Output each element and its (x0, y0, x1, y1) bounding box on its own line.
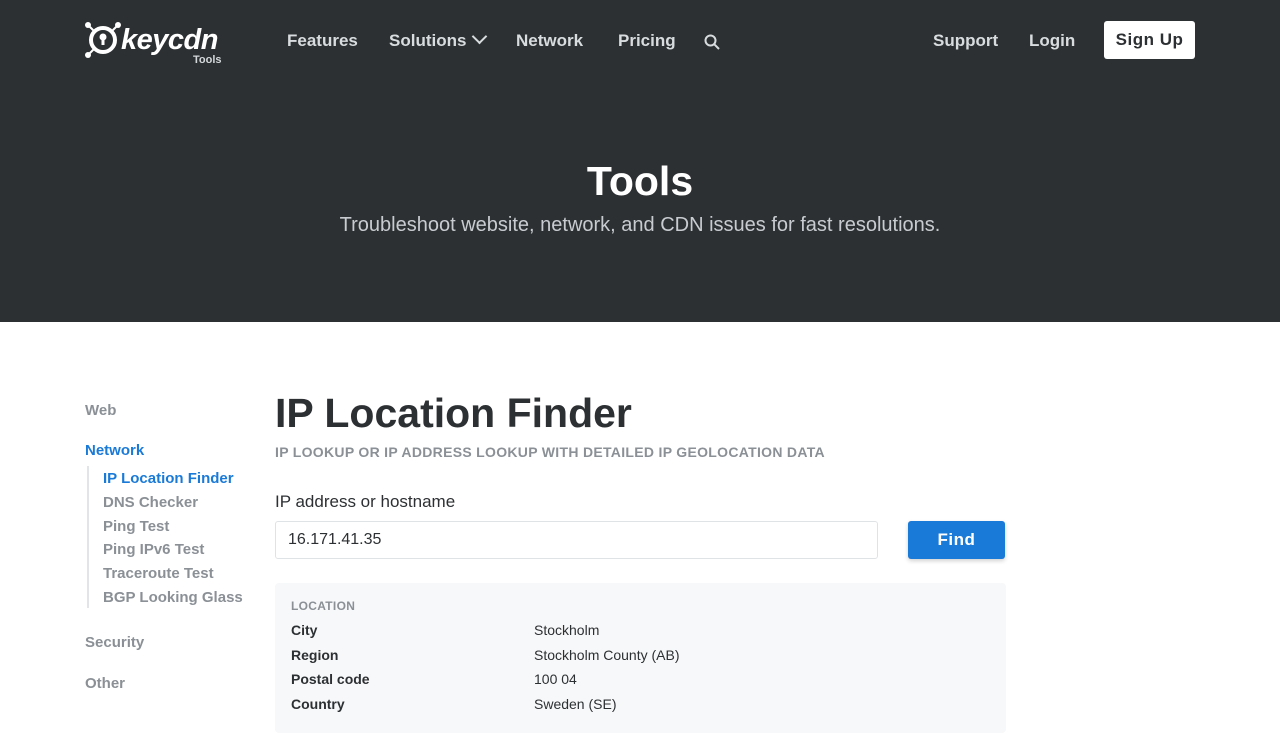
hero-title: Tools (586, 158, 694, 204)
sidebar-item-bgp-looking-glass[interactable]: BGP Looking Glass (103, 589, 243, 606)
subnav-rail (87, 466, 89, 608)
nav-solutions-label: Solutions (389, 31, 467, 50)
nav-solutions[interactable]: Solutions (389, 28, 488, 51)
nav-support[interactable]: Support (933, 31, 998, 51)
search-icon[interactable] (704, 34, 720, 50)
site-header: keycdn Tools Features Solutions Network … (0, 0, 1280, 322)
nav-pricing[interactable]: Pricing (618, 31, 676, 51)
logo-wordmark: keycdn (121, 24, 218, 56)
nav-network[interactable]: Network (516, 31, 583, 51)
result-value-country: Sweden (SE) (534, 696, 617, 712)
chevron-down-icon (472, 28, 488, 45)
result-key-region: Region (291, 647, 339, 663)
sidebar-network[interactable]: Network (85, 442, 144, 459)
result-key-postal-code: Postal code (291, 671, 370, 687)
page-subtitle: IP LOOKUP OR IP ADDRESS LOOKUP WITH DETA… (275, 444, 825, 460)
signup-button[interactable]: Sign Up (1104, 21, 1195, 59)
sidebar-web[interactable]: Web (85, 402, 116, 419)
sidebar-item-ping-ipv6-test[interactable]: Ping IPv6 Test (103, 541, 204, 558)
nav-features[interactable]: Features (287, 31, 358, 51)
find-button[interactable]: Find (908, 521, 1005, 559)
result-key-city: City (291, 622, 318, 638)
logo-subtitle: Tools (193, 54, 222, 66)
result-value-region: Stockholm County (AB) (534, 647, 680, 663)
sidebar-item-ping-test[interactable]: Ping Test (103, 518, 169, 535)
sidebar-other[interactable]: Other (85, 675, 125, 692)
results-heading: LOCATION (291, 599, 356, 613)
ip-field-label: IP address or hostname (275, 492, 456, 511)
page-title: IP Location Finder (275, 390, 632, 436)
result-value-city: Stockholm (534, 622, 600, 638)
result-value-postal-code: 100 04 (534, 671, 577, 687)
result-key-country: Country (291, 696, 345, 712)
ip-input[interactable] (275, 521, 878, 559)
results-panel: LOCATION City Stockholm Region Stockholm… (275, 583, 1006, 733)
nav-login[interactable]: Login (1029, 31, 1075, 51)
sidebar-security[interactable]: Security (85, 634, 144, 651)
keycdn-logo[interactable]: keycdn Tools (85, 20, 225, 68)
sidebar-item-dns-checker[interactable]: DNS Checker (103, 494, 198, 511)
hero-subtitle: Troubleshoot website, network, and CDN i… (339, 214, 941, 236)
sidebar-item-ip-location-finder[interactable]: IP Location Finder (103, 470, 234, 487)
sidebar-item-traceroute-test[interactable]: Traceroute Test (103, 565, 214, 582)
